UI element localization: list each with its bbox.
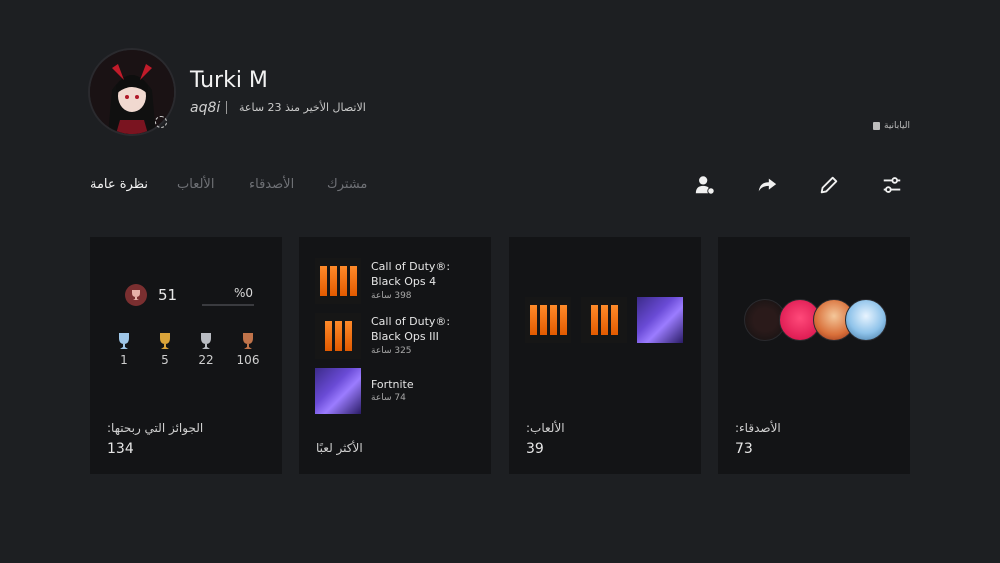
bronze-count: 106 (236, 353, 260, 367)
games-total: 39 (526, 441, 544, 457)
tab-shared[interactable]: مشترك (327, 177, 367, 192)
game-title: Fortnite (371, 378, 414, 391)
most-played-caption: الأكثر لعبًا (316, 441, 363, 455)
silver-count: 22 (198, 353, 214, 367)
trophies-caption: الجوائز التي ربحتها: (107, 421, 204, 435)
add-friend-icon (695, 176, 715, 195)
games-card[interactable] (509, 237, 701, 474)
trophy-level: 51 (158, 286, 178, 304)
share-button[interactable] (754, 172, 780, 198)
game-thumbnail-fortnite (315, 368, 361, 414)
game-thumbnail-bo4 (525, 297, 571, 343)
divider (226, 101, 227, 114)
bronze-trophy-icon (243, 333, 253, 349)
friend-avatar (845, 299, 887, 341)
game-thumbnail-fortnite (637, 297, 683, 343)
game-title: Call of Duty®: Black Ops 4 (371, 260, 451, 288)
friends-card[interactable] (718, 237, 910, 474)
game-thumbnail-bo3 (581, 297, 627, 343)
level-progress-bar (202, 304, 254, 306)
share-icon (758, 178, 777, 192)
platinum-count: 1 (120, 353, 128, 367)
last-seen-text: الاتصال الأخير منذ 23 ساعة (239, 101, 366, 114)
level-progress-label: %0 (234, 286, 254, 300)
add-friend-button[interactable] (692, 172, 718, 198)
game-thumbnail-bo3 (315, 313, 361, 359)
language-label: اليابانية (873, 121, 910, 131)
language-text: اليابانية (884, 121, 910, 131)
status-indicator (155, 116, 167, 128)
tab-overview[interactable]: نظرة عامة (90, 177, 148, 192)
game-thumbnail-bo4 (315, 258, 361, 304)
trophies-total: 134 (107, 441, 134, 457)
trophy-level-icon (125, 284, 147, 306)
game-hours: 398 ساعة (371, 291, 412, 301)
profile-handle: aq8i (190, 100, 221, 116)
gold-trophy-icon (160, 333, 170, 349)
silver-trophy-icon (201, 333, 211, 349)
gold-count: 5 (161, 353, 169, 367)
filter-icon (883, 177, 901, 193)
friends-caption: الأصدقاء: (735, 421, 781, 435)
game-hours: 325 ساعة (371, 346, 412, 356)
friends-total: 73 (735, 441, 753, 457)
tab-games[interactable]: الألعاب (177, 177, 214, 192)
filter-button[interactable] (879, 172, 905, 198)
edit-button[interactable] (816, 172, 842, 198)
game-hours: 74 ساعة (371, 393, 406, 403)
games-caption: الألعاب: (526, 421, 565, 435)
edit-icon (820, 176, 838, 194)
lock-icon (873, 122, 880, 130)
platinum-trophy-icon (119, 333, 129, 349)
profile-name: Turki M (190, 68, 268, 93)
game-title: Call of Duty®: Black Ops III (371, 315, 451, 343)
tab-friends[interactable]: الأصدقاء (249, 177, 294, 192)
